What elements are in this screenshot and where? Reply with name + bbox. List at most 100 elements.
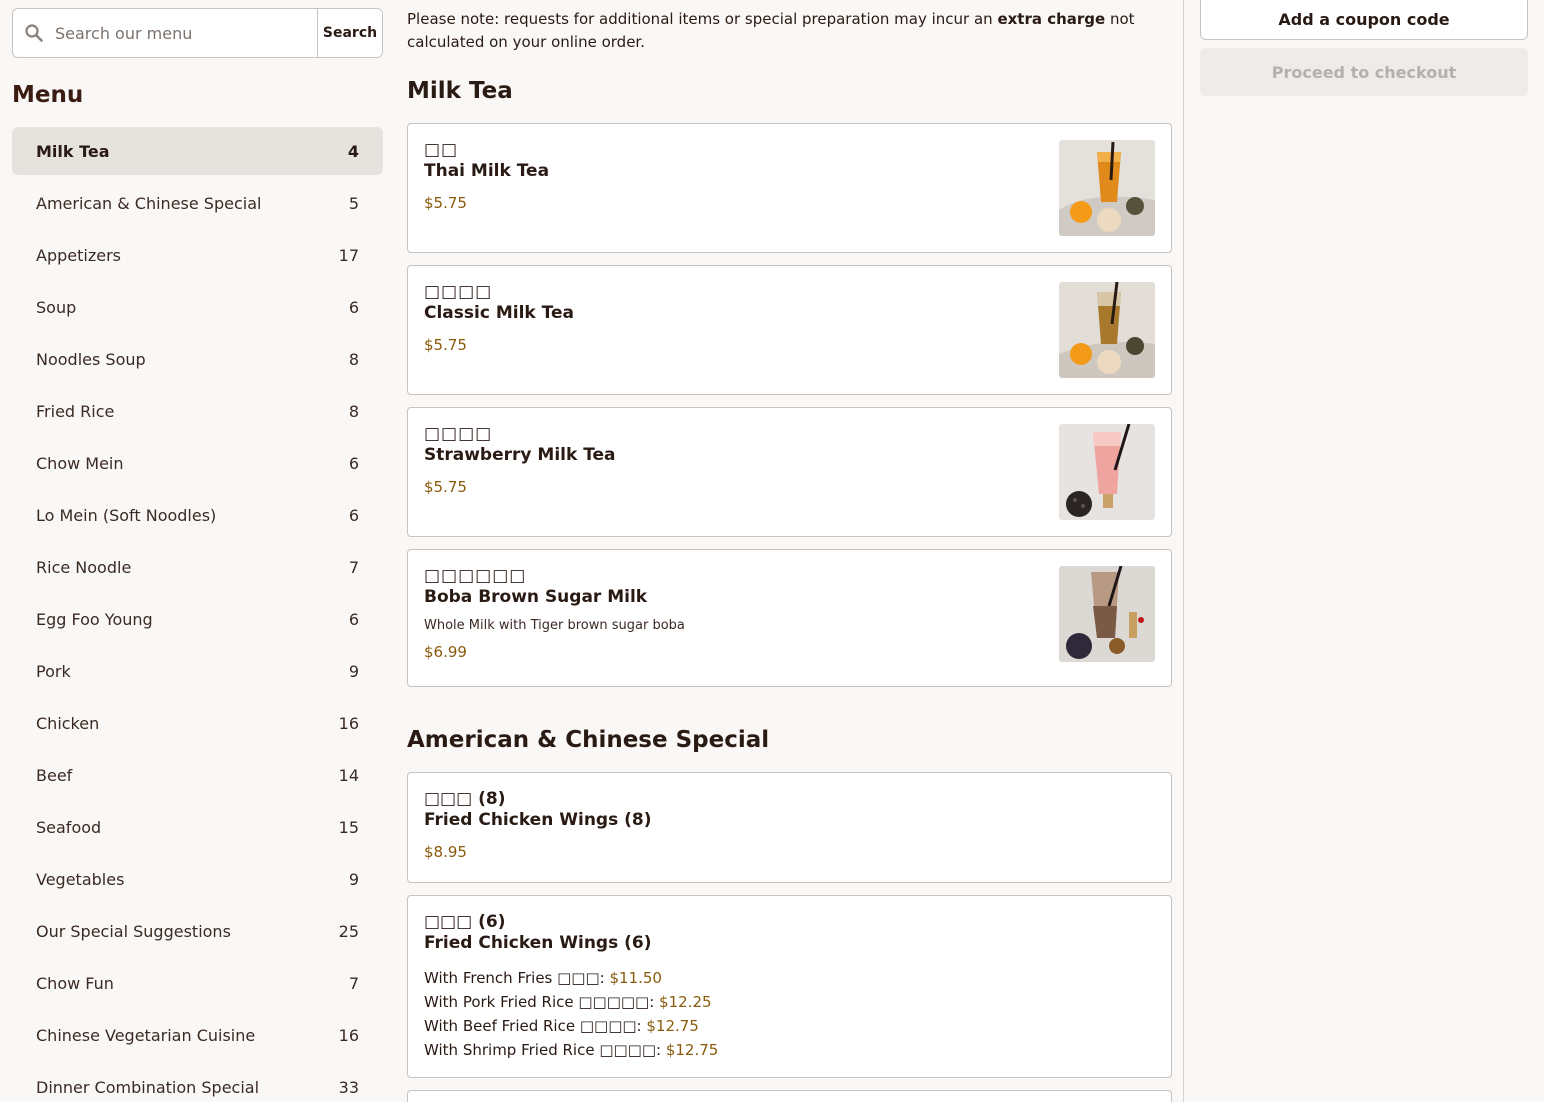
option-label: With French Fries □□□: [424,969,610,987]
menu-item-card[interactable]: □□□ (8) Fried Chicken Wings (8) $8.95 [407,772,1172,883]
item-name: Strawberry Milk Tea [424,445,616,465]
category-count: 16 [338,1025,359,1045]
item-price: $5.75 [424,336,467,354]
category-count: 6 [348,297,359,317]
menu-heading: Menu [12,82,84,108]
category-item-fried-rice[interactable]: Fried Rice 8 [12,387,383,435]
item-chinese-name: □□□□ [424,424,493,444]
menu-item-card[interactable]: □□□□ Classic Milk Tea $5.75 [407,265,1172,395]
item-chinese-name: □□□□ [424,282,493,302]
proceed-to-checkout-button[interactable]: Proceed to checkout [1200,48,1528,96]
column-divider [1183,0,1184,1102]
category-label: Chow Mein [36,453,124,473]
category-label: Beef [36,765,73,785]
item-price: $5.75 [424,194,467,212]
item-option: With Beef Fried Rice □□□□: $12.75 [424,1014,1155,1038]
category-label: Milk Tea [36,141,110,161]
item-name: Classic Milk Tea [424,303,574,323]
category-item-beef[interactable]: Beef 14 [12,751,383,799]
option-price: $12.75 [665,1041,719,1059]
option-price: $12.75 [646,1017,699,1035]
item-price: $6.99 [424,643,467,661]
search-icon [13,9,55,57]
section-title-american-chinese-special: American & Chinese Special [407,727,770,753]
search-bar: Search [12,8,383,58]
option-label: With Beef Fried Rice □□□□: [424,1017,647,1035]
category-label: Rice Noodle [36,557,132,577]
category-label: Egg Foo Young [36,609,153,629]
category-item-special-suggestions[interactable]: Our Special Suggestions 25 [12,907,383,955]
category-item-vegetables[interactable]: Vegetables 9 [12,855,383,903]
category-label: Seafood [36,817,102,837]
category-label: Appetizers [36,245,121,265]
menu-item-card[interactable]: □□□□ Strawberry Milk Tea $5.75 [407,407,1172,537]
item-photo-classic-milk-tea [1059,282,1155,378]
item-description: Whole Milk with Tiger brown sugar boba [424,618,685,633]
item-option: With French Fries □□□: $11.50 [424,966,1155,990]
add-coupon-button[interactable]: Add a coupon code [1200,0,1528,40]
item-price: $5.75 [424,478,467,496]
search-button[interactable]: Search [317,9,382,57]
notice-prefix: Please note: requests for additional ite… [407,10,998,28]
category-item-pork[interactable]: Pork 9 [12,647,383,695]
category-label: Fried Rice [36,401,115,421]
category-item-milk-tea[interactable]: Milk Tea 4 [12,127,383,175]
item-photo-boba-brown-sugar-milk [1059,566,1155,662]
item-price: $8.95 [424,843,467,861]
category-count: 6 [348,609,359,629]
category-item-rice-noodle[interactable]: Rice Noodle 7 [12,543,383,591]
category-count: 5 [348,193,359,213]
search-input[interactable] [55,9,317,57]
category-count: 17 [338,245,359,265]
menu-item-card[interactable]: □□□ (6) Fried Chicken Wings (6) With Fre… [407,895,1172,1078]
category-item-appetizers[interactable]: Appetizers 17 [12,231,383,279]
item-option: With Pork Fried Rice □□□□□: $12.25 [424,990,1155,1014]
category-label: American & Chinese Special [36,193,262,213]
category-item-soup[interactable]: Soup 6 [12,283,383,331]
category-item-chicken[interactable]: Chicken 16 [12,699,383,747]
category-item-egg-foo-young[interactable]: Egg Foo Young 6 [12,595,383,643]
option-price: $12.25 [659,993,712,1011]
item-chinese-name: □□□ (6) [424,912,506,932]
section-title-milk-tea: Milk Tea [407,78,513,104]
item-option: With Shrimp Fried Rice □□□□: $12.75 [424,1038,1155,1062]
item-chinese-name: □□□□□□ [424,566,527,586]
category-count: 8 [348,401,359,421]
category-item-american-chinese-special[interactable]: American & Chinese Special 5 [12,179,383,227]
item-chinese-name: □□□ (8) [424,789,506,809]
item-name: Fried Chicken Wings (6) [424,933,652,953]
category-count: 7 [348,557,359,577]
category-label: Noodles Soup [36,349,146,369]
category-count: 9 [348,869,359,889]
option-label: With Pork Fried Rice □□□□□: [424,993,660,1011]
item-name: Boba Brown Sugar Milk [424,587,648,607]
category-count: 7 [348,973,359,993]
extra-charge-notice: Please note: requests for additional ite… [407,8,1172,54]
category-count: 4 [347,141,359,161]
category-count: 33 [338,1077,359,1097]
category-item-dinner-combination[interactable]: Dinner Combination Special 33 [12,1063,383,1102]
category-item-chinese-vegetarian[interactable]: Chinese Vegetarian Cuisine 16 [12,1011,383,1059]
item-photo-strawberry-milk-tea [1059,424,1155,520]
category-item-lo-mein[interactable]: Lo Mein (Soft Noodles) 6 [12,491,383,539]
item-name: Fried Chicken Wings (8) [424,810,652,830]
category-label: Pork [36,661,71,681]
menu-item-card[interactable]: □□ Thai Milk Tea $5.75 [407,123,1172,253]
item-name: Thai Milk Tea [424,161,550,181]
category-count: 15 [338,817,359,837]
category-count: 6 [348,453,359,473]
menu-item-card[interactable]: □□□□□□ Boba Brown Sugar Milk Whole Milk … [407,549,1172,687]
category-label: Our Special Suggestions [36,921,231,941]
category-item-noodles-soup[interactable]: Noodles Soup 8 [12,335,383,383]
category-count: 9 [348,661,359,681]
option-price: $11.50 [609,969,662,987]
menu-item-card[interactable] [407,1090,1172,1102]
category-item-seafood[interactable]: Seafood 15 [12,803,383,851]
category-item-chow-fun[interactable]: Chow Fun 7 [12,959,383,1007]
category-count: 6 [348,505,359,525]
category-label: Dinner Combination Special [36,1077,260,1097]
item-chinese-name: □□ [424,140,459,160]
category-label: Soup [36,297,77,317]
category-item-chow-mein[interactable]: Chow Mein 6 [12,439,383,487]
category-list: Milk Tea 4 American & Chinese Special 5 Ap… [12,127,383,1102]
